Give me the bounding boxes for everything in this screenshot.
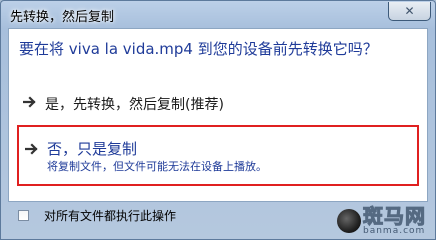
zebra-logo-icon xyxy=(337,209,361,233)
dialog-window: 先转换，然后复制 ✕ 要在将 viva la vida.mp4 到您的设备前先转… xyxy=(0,0,436,240)
window-title: 先转换，然后复制 xyxy=(10,10,115,25)
title-bar[interactable]: 先转换，然后复制 ✕ xyxy=(1,1,435,29)
watermark-sub: banma.com xyxy=(363,226,426,236)
close-button[interactable]: ✕ xyxy=(388,2,431,21)
option-convert-then-copy[interactable]: 是，先转换，然后复制(推荐) xyxy=(23,91,413,119)
dialog-footer: 对所有文件都执行此操作 斑马网 banma.com xyxy=(1,202,435,240)
arrow-right-icon xyxy=(25,143,38,155)
option-label: 否，只是复制 xyxy=(47,140,138,158)
dialog-question: 要在将 viva la vida.mp4 到您的设备前先转换它吗？ xyxy=(19,40,378,58)
close-icon: ✕ xyxy=(404,4,415,18)
arrow-right-icon xyxy=(23,96,36,108)
option-copy-only[interactable]: 否，只是复制 将复制文件，但文件可能无法在设备上播放。 xyxy=(17,125,419,186)
watermark: 斑马网 banma.com xyxy=(337,202,429,240)
apply-to-all-checkbox[interactable] xyxy=(18,210,29,221)
watermark-main: 斑马网 xyxy=(363,204,426,228)
option-description: 将复制文件，但文件可能无法在设备上播放。 xyxy=(47,160,267,173)
dialog-content: 要在将 viva la vida.mp4 到您的设备前先转换它吗？ 是，先转换，… xyxy=(8,28,428,202)
option-label: 是，先转换，然后复制(推荐) xyxy=(45,97,224,113)
apply-to-all-label[interactable]: 对所有文件都执行此操作 xyxy=(44,207,176,224)
